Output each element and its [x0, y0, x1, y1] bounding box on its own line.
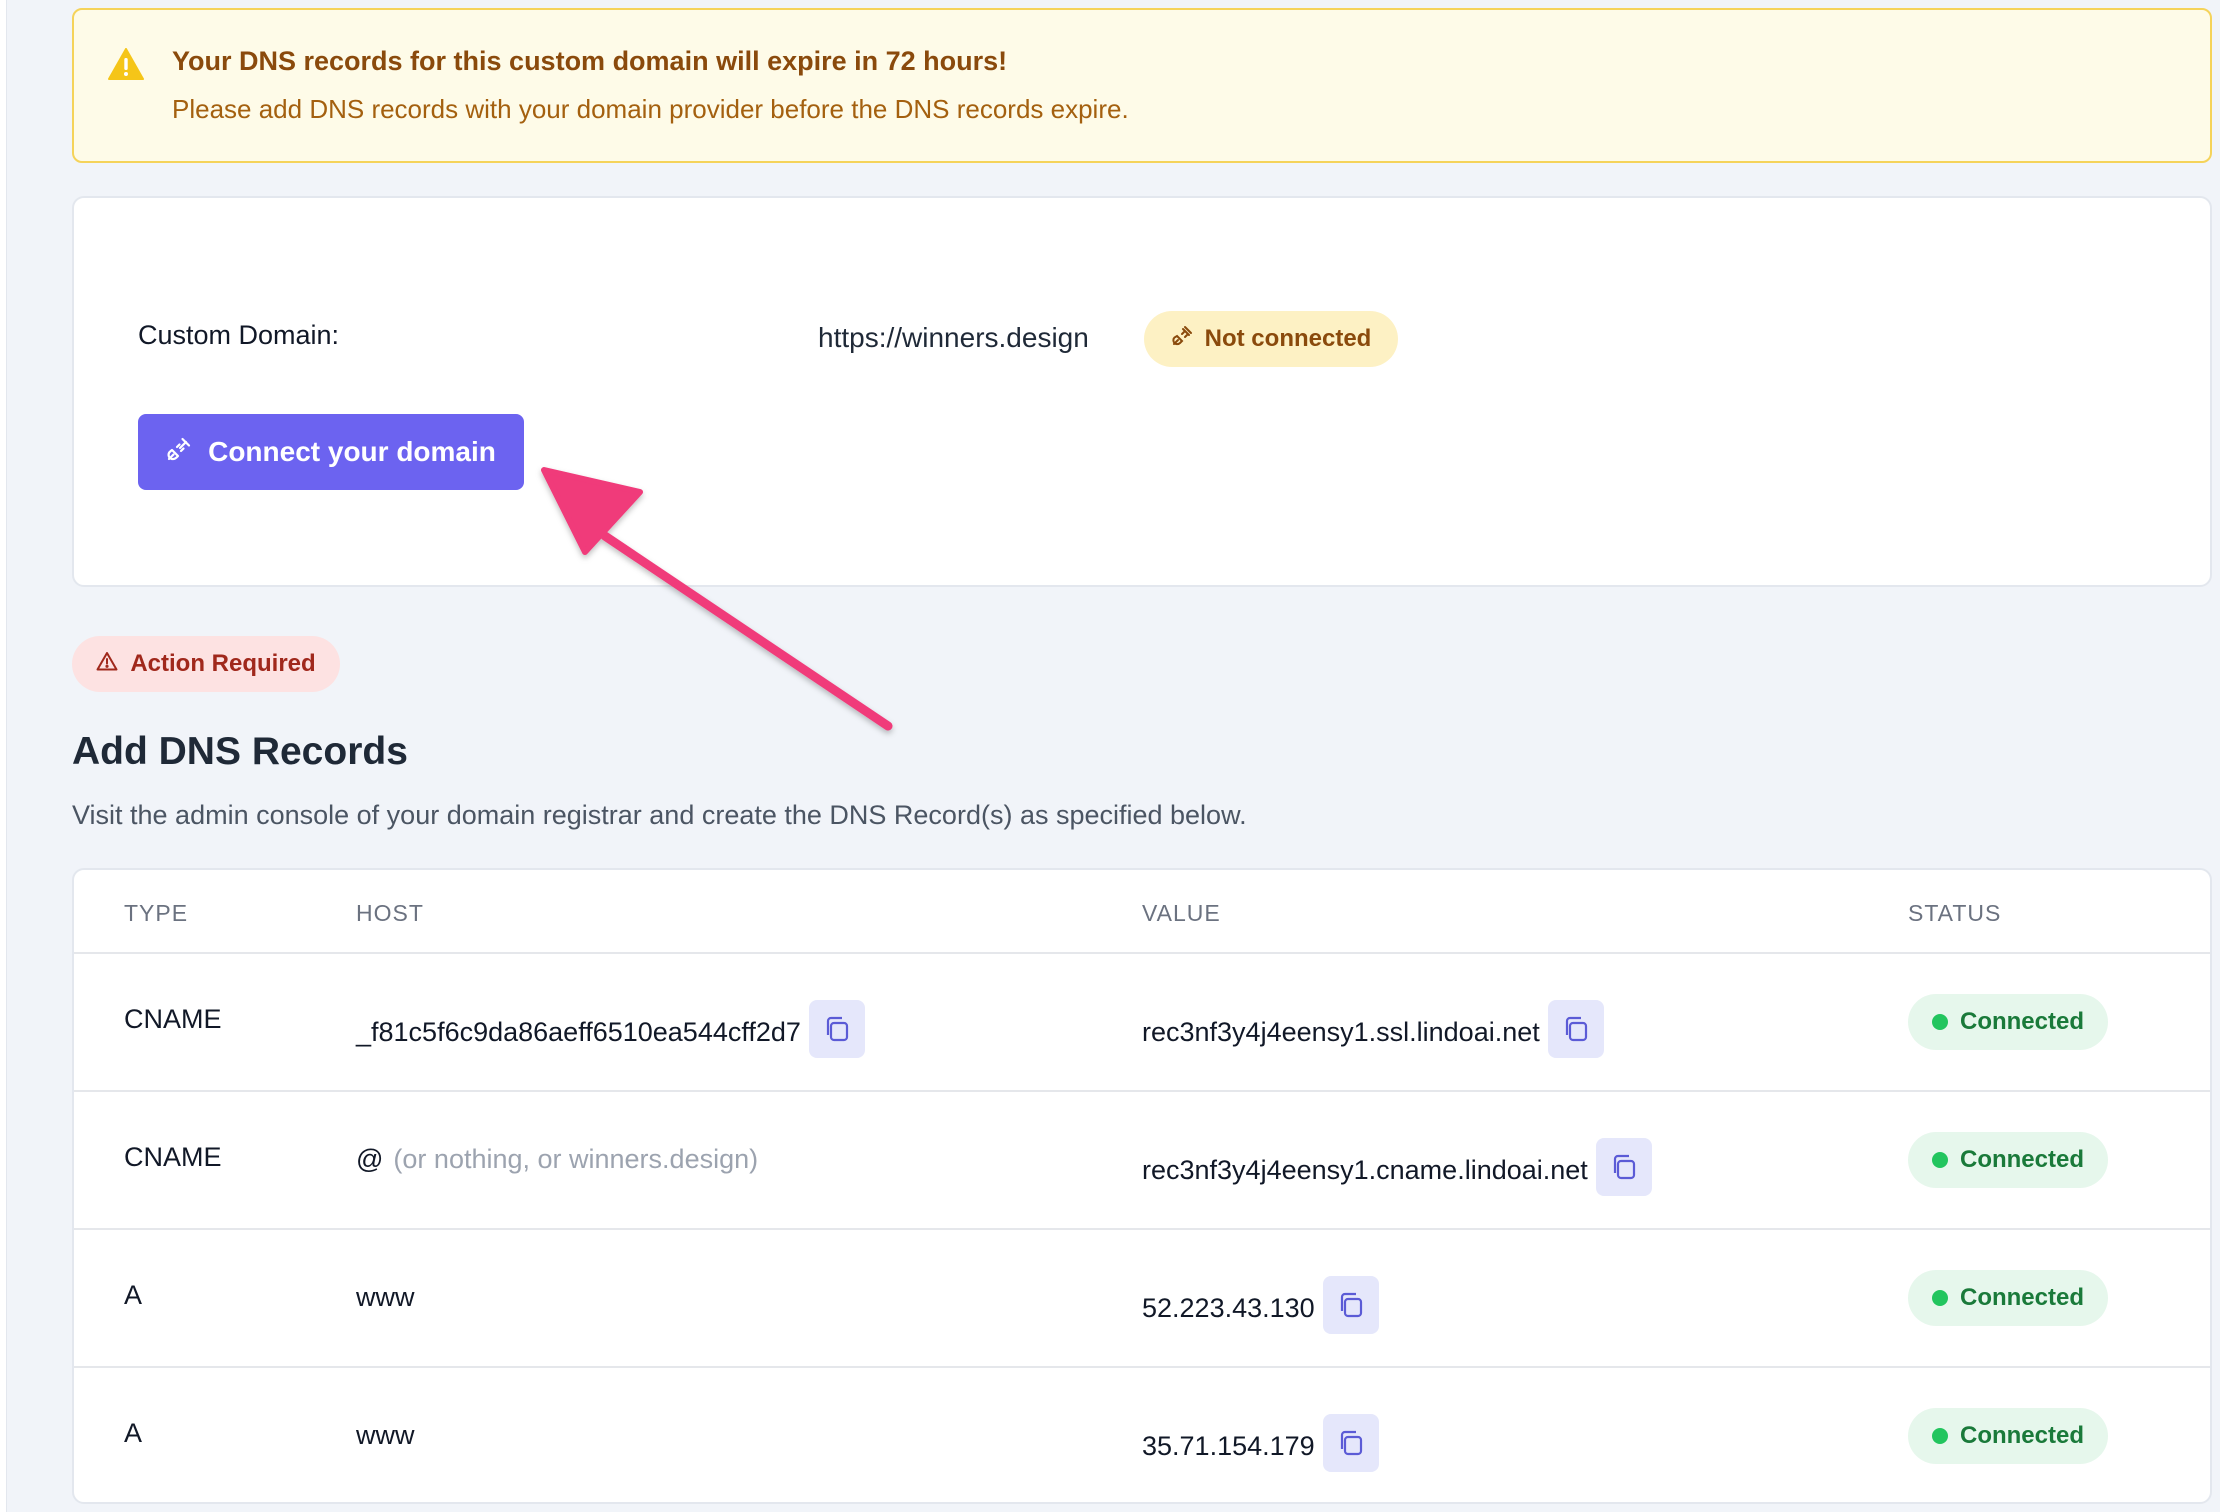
- record-value-text: rec3nf3y4j4eensy1.ssl.lindoai.net: [1142, 1016, 1540, 1047]
- status-dot-icon: [1931, 1290, 1948, 1306]
- record-host: www: [356, 1282, 415, 1313]
- action-required-label: Action Required: [130, 650, 316, 677]
- copy-value-button[interactable]: [1547, 1000, 1604, 1058]
- record-value: rec3nf3y4j4eensy1.cname.lindoai.net: [1142, 1138, 1652, 1196]
- record-type: CNAME: [124, 1142, 222, 1172]
- dns-section-title: Add DNS Records: [72, 730, 408, 773]
- record-host-text: @: [356, 1144, 384, 1174]
- record-host-text: www: [356, 1282, 415, 1312]
- connect-domain-button[interactable]: Connect your domain: [138, 414, 524, 490]
- record-value: 52.223.43.130: [1142, 1276, 1379, 1334]
- table-row: CNAME _f81c5f6c9da86aeff6510ea544cff2d7 …: [74, 954, 2210, 1092]
- record-type: CNAME: [124, 1004, 222, 1034]
- record-type: A: [124, 1280, 143, 1310]
- status-badge: Connected: [1908, 1132, 2108, 1188]
- not-connected-label: Not connected: [1204, 325, 1372, 352]
- record-host-text: www: [356, 1420, 415, 1450]
- status-badge: Connected: [1908, 1408, 2108, 1464]
- table-row: A www 52.223.43.130 Connected: [74, 1230, 2210, 1368]
- column-header-status: STATUS: [1908, 900, 2002, 926]
- copy-host-button[interactable]: [808, 1000, 865, 1058]
- custom-domain-url: https://winners.design: [818, 322, 1089, 353]
- expiry-warning-banner: Your DNS records for this custom domain …: [72, 8, 2212, 163]
- status-badge: Connected: [1908, 994, 2108, 1050]
- dns-section-description: Visit the admin console of your domain r…: [72, 800, 1247, 830]
- record-value: 35.71.154.179: [1142, 1414, 1379, 1472]
- connect-domain-label: Connect your domain: [208, 436, 496, 467]
- status-dot-icon: [1931, 1152, 1948, 1168]
- copy-icon: [1340, 1430, 1362, 1456]
- copy-value-button[interactable]: [1595, 1138, 1652, 1196]
- status-dot-icon: [1931, 1014, 1948, 1030]
- status-label: Connected: [1959, 1008, 2084, 1035]
- action-required-badge: Action Required: [72, 636, 340, 692]
- record-type: A: [124, 1418, 143, 1448]
- record-value-text: 52.223.43.130: [1142, 1292, 1315, 1323]
- status-label: Connected: [1959, 1284, 2084, 1311]
- warning-text: Please add DNS records with your domain …: [172, 94, 1129, 124]
- record-host-hint: (or nothing, or winners.design): [393, 1144, 759, 1174]
- warning-triangle-icon: [108, 48, 144, 80]
- copy-value-button[interactable]: [1322, 1276, 1379, 1334]
- alert-triangle-icon: [96, 650, 118, 678]
- copy-icon: [1340, 1292, 1362, 1318]
- status-label: Connected: [1959, 1422, 2084, 1449]
- record-host-text: _f81c5f6c9da86aeff6510ea544cff2d7: [356, 1016, 801, 1047]
- record-value-text: rec3nf3y4j4eensy1.cname.lindoai.net: [1142, 1154, 1588, 1185]
- record-host: www: [356, 1420, 415, 1451]
- status-badge: Connected: [1908, 1270, 2108, 1326]
- plug-icon: [166, 436, 192, 469]
- copy-value-button[interactable]: [1322, 1414, 1379, 1472]
- warning-title: Your DNS records for this custom domain …: [172, 46, 1008, 76]
- column-header-value: VALUE: [1142, 900, 1221, 926]
- column-header-host: HOST: [356, 900, 424, 926]
- table-row: A www 35.71.154.179 Connected: [74, 1368, 2210, 1502]
- dns-records-table: TYPE HOST VALUE STATUS CNAME _f81c5f6c9d…: [72, 868, 2212, 1504]
- custom-domain-label: Custom Domain:: [138, 320, 340, 350]
- table-header: TYPE HOST VALUE STATUS: [74, 870, 2210, 954]
- copy-icon: [1613, 1154, 1635, 1180]
- copy-icon: [826, 1016, 849, 1042]
- record-value-text: 35.71.154.179: [1142, 1430, 1315, 1461]
- status-dot-icon: [1931, 1428, 1948, 1444]
- record-value: rec3nf3y4j4eensy1.ssl.lindoai.net: [1142, 1000, 1604, 1058]
- not-connected-badge: Not connected: [1144, 311, 1398, 367]
- column-header-type: TYPE: [124, 900, 189, 926]
- copy-icon: [1565, 1016, 1587, 1042]
- unplugged-icon: [1171, 325, 1193, 354]
- left-edge-border: [0, 0, 7, 1512]
- record-host: _f81c5f6c9da86aeff6510ea544cff2d7: [356, 1000, 865, 1058]
- table-row: CNAME @ (or nothing, or winners.design) …: [74, 1092, 2210, 1230]
- status-label: Connected: [1959, 1146, 2084, 1173]
- custom-domain-card: Custom Domain: https://winners.design No…: [72, 196, 2212, 587]
- record-host: @ (or nothing, or winners.design): [356, 1144, 758, 1175]
